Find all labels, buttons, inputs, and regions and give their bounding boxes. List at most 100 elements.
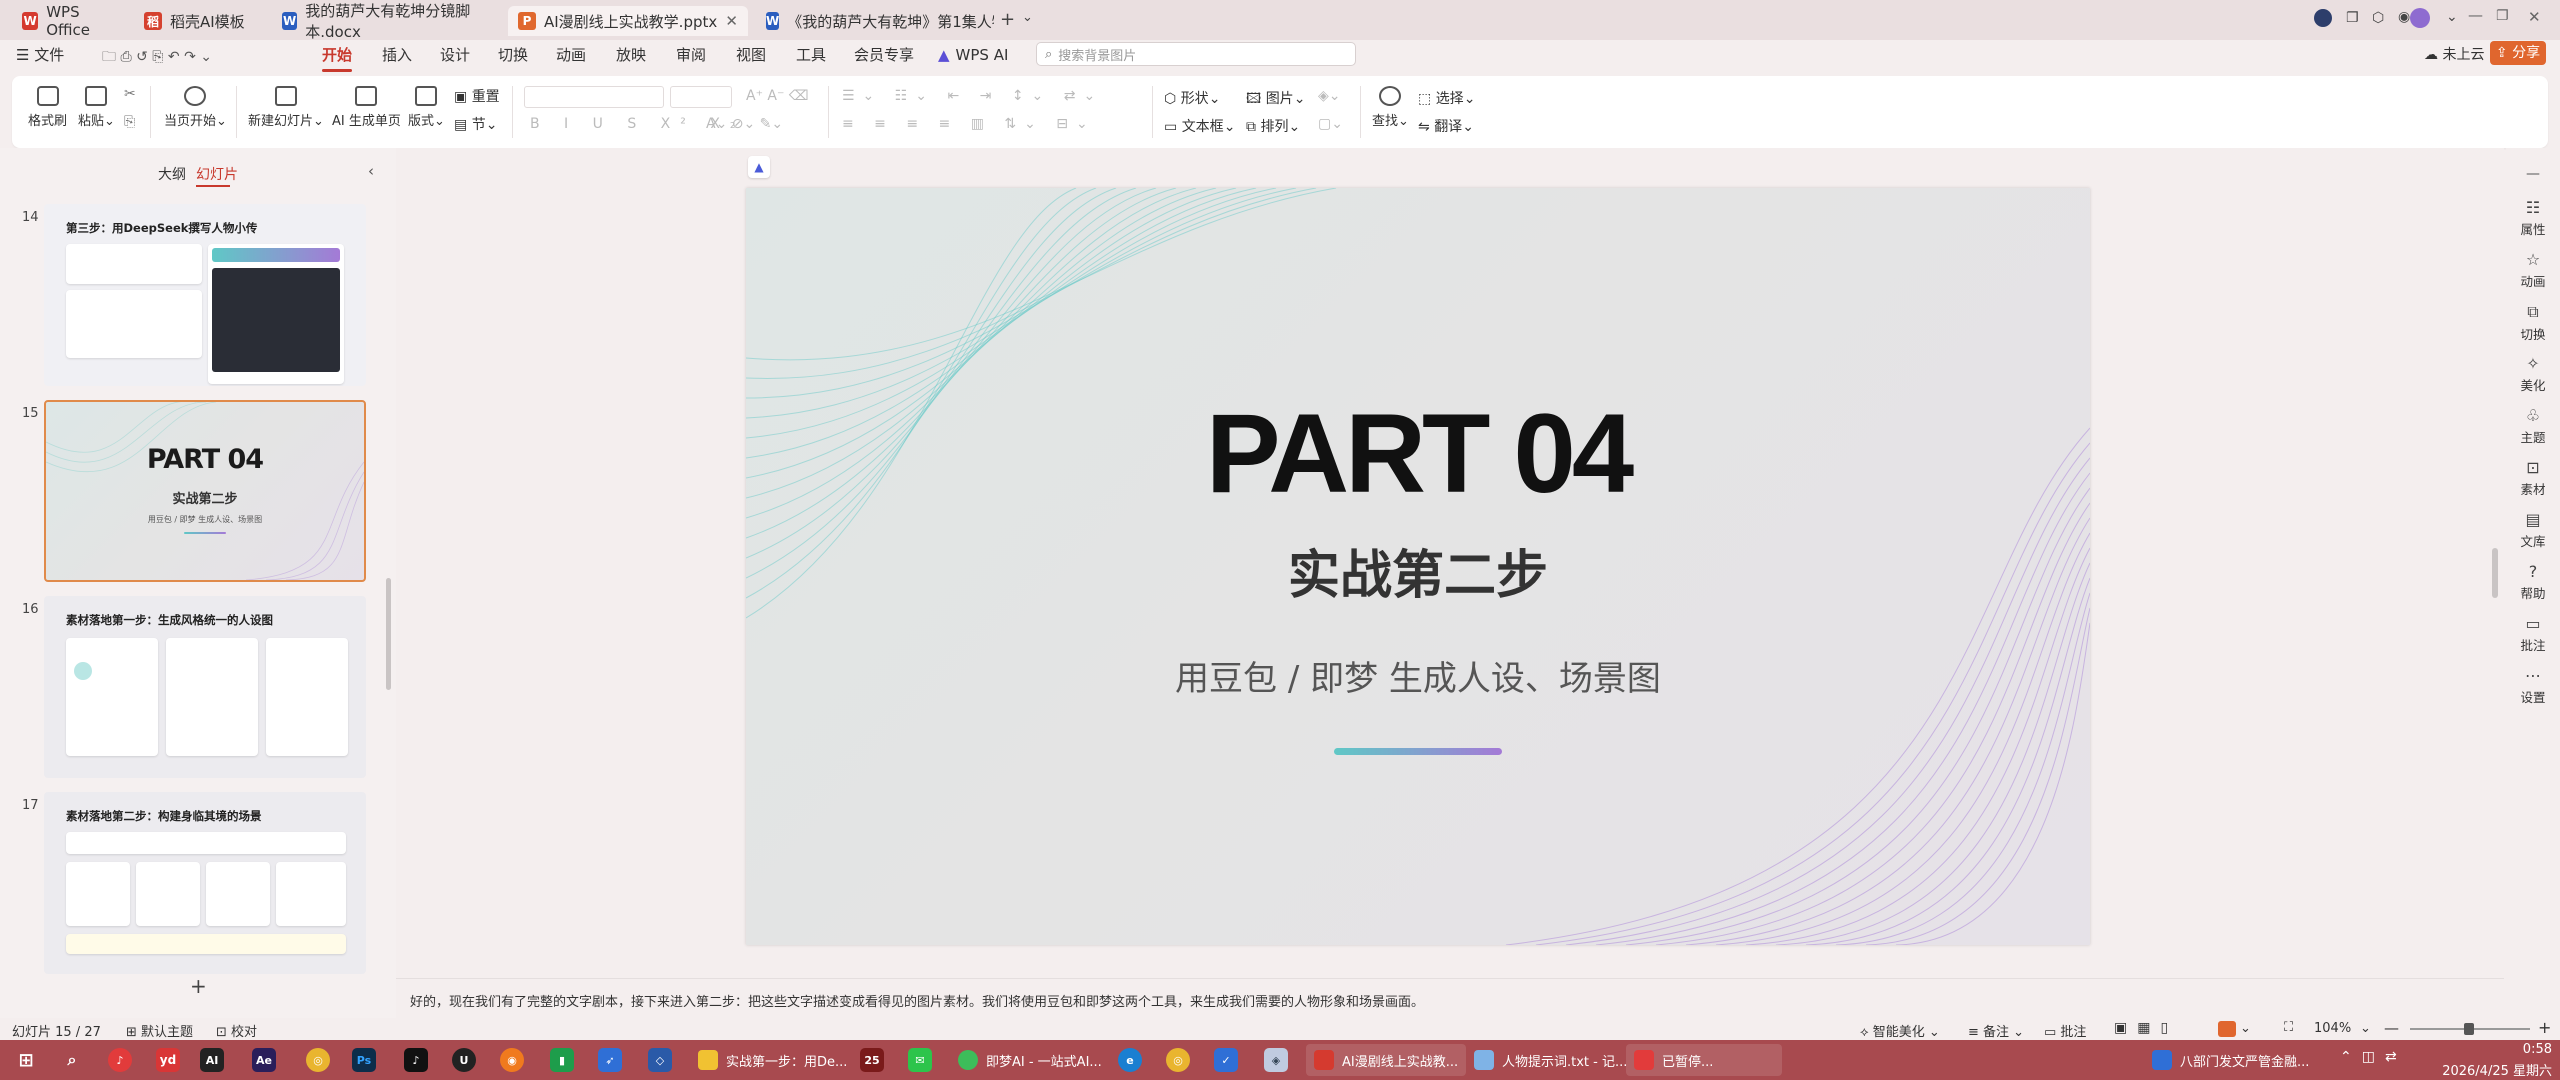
select-button[interactable]: ⬚ 选择⌄	[1418, 88, 1475, 108]
menu-wps-ai[interactable]: ▲ WPS AI	[938, 44, 1008, 66]
proofread-status[interactable]: ⊡ 校对	[216, 1021, 257, 1040]
system-tray-icons[interactable]: ⌃◫⇄	[2340, 1049, 2407, 1065]
add-slide-icon[interactable]: +	[190, 974, 207, 998]
tab-outline[interactable]: 大纲	[158, 164, 186, 184]
shape-button[interactable]: ⬡ 形状⌄	[1164, 88, 1220, 108]
menu-start[interactable]: 开始	[322, 44, 353, 72]
collapse-icon[interactable]: ‹	[368, 162, 374, 180]
font-family-select[interactable]	[524, 86, 664, 108]
minimize-icon[interactable]: —	[2468, 6, 2483, 24]
play-slideshow-icon[interactable]	[2218, 1021, 2236, 1037]
chrome-icon[interactable]: ◎	[306, 1048, 330, 1072]
taskbar-app-jimeng[interactable]: 即梦AI - 一站式AI...	[950, 1044, 1110, 1076]
speaker-notes[interactable]: 好的，现在我们有了完整的文字剧本，接下来进入第二步：把这些文字描述变成看得见的图…	[396, 978, 2504, 1020]
copy-icon[interactable]: ⎘	[124, 114, 135, 130]
find-button[interactable]: 查找⌄	[1372, 86, 1409, 129]
theme-status[interactable]: ⊞ 默认主题	[126, 1021, 193, 1040]
tab-docx[interactable]: W 我的葫芦大有乾坤分镜脚本.docx	[272, 2, 502, 41]
canvas-scrollbar[interactable]	[2492, 548, 2498, 598]
menu-view[interactable]: 视图	[736, 44, 766, 66]
ai-assist-icon[interactable]: ▲	[748, 156, 770, 178]
smart-beautify-button[interactable]: ⟡ 智能美化 ⌄	[1860, 1021, 1940, 1040]
pane-beautify[interactable]: ✧ 美化	[2506, 354, 2560, 394]
zoom-slider[interactable]	[2410, 1023, 2530, 1035]
menu-review[interactable]: 审阅	[676, 44, 706, 66]
new-slide-button[interactable]: 新建幻灯片⌄	[248, 86, 324, 129]
menu-design[interactable]: 设计	[440, 44, 470, 66]
notes-toggle[interactable]: ≡ 备注 ⌄	[1968, 1021, 2024, 1040]
skin-icon[interactable]: ◉	[2398, 9, 2410, 25]
tab-docx-2[interactable]: W 《我的葫芦大有乾坤》第1集人物文...	[756, 6, 994, 36]
blender-icon[interactable]: ◉	[500, 1048, 524, 1072]
minimize-pane-icon[interactable]: —	[2526, 166, 2540, 182]
scrollbar[interactable]	[386, 578, 391, 690]
pane-settings[interactable]: ⋯ 设置	[2506, 666, 2560, 706]
share-button[interactable]: ⇪ 分享	[2490, 41, 2546, 65]
green-app-icon[interactable]: ▮	[550, 1048, 574, 1072]
pane-properties[interactable]: ☷ 属性	[2506, 198, 2560, 238]
taskbar-app-notepad[interactable]: 人物提示词.txt - 记...	[1466, 1044, 1635, 1076]
taskbar-app-wps[interactable]: AI漫剧线上实战教...	[1306, 1044, 1467, 1076]
pane-animation[interactable]: ☆ 动画	[2506, 250, 2560, 290]
arrange-button[interactable]: ⧉ 排列⌄	[1246, 116, 1300, 136]
after-effects-icon[interactable]: Ae	[252, 1048, 276, 1072]
pane-assets[interactable]: ⊡ 素材	[2506, 458, 2560, 498]
ai-single-page-button[interactable]: AI 生成单页	[332, 86, 401, 129]
network-app-icon[interactable]: ◈	[1264, 1048, 1288, 1072]
ai-app-icon[interactable]: AI	[200, 1048, 224, 1072]
wechat-icon[interactable]: ✉	[908, 1048, 932, 1072]
search-icon[interactable]: ⌕	[60, 1048, 84, 1072]
feishu-icon[interactable]: ✓	[1214, 1048, 1238, 1072]
tab-pptx[interactable]: P AI漫剧线上实战教学.pptx ✕	[508, 6, 748, 36]
search-box[interactable]: ⌕ 搜索背景图片	[1036, 42, 1356, 66]
reset-button[interactable]: ▣ 重置	[454, 86, 500, 106]
calendar-icon[interactable]: 25	[860, 1048, 884, 1072]
quick-access-icons[interactable]: 🗀 ⎙ ↺ ⎘ ↶ ↷ ⌄	[102, 46, 212, 70]
fill-icon[interactable]: ◈⌄	[1318, 88, 1341, 104]
menu-animation[interactable]: 动画	[556, 44, 586, 66]
feather-app-icon[interactable]: ➶	[598, 1048, 622, 1072]
slide-thumb-15[interactable]: PART 04 实战第二步 用豆包 / 即梦 生成人设、场景图	[44, 400, 366, 582]
slide-thumb-17[interactable]: 素材落地第二步：构建身临其境的场景	[44, 792, 366, 974]
layout-button[interactable]: 版式⌄	[408, 86, 445, 129]
clock-time[interactable]: 0:58	[2448, 1042, 2552, 1057]
font-size-select[interactable]	[670, 86, 732, 108]
font-color-icons[interactable]: A⌄ ⊘⌄ ✎⌄	[706, 116, 783, 132]
chevron-down-icon[interactable]: ⌄	[2446, 9, 2458, 25]
tiktok-icon[interactable]: ♪	[404, 1048, 428, 1072]
current-slide[interactable]: PART 04 实战第二步 用豆包 / 即梦 生成人设、场景图	[746, 188, 2090, 945]
new-tab-icon[interactable]: +	[1000, 9, 1015, 30]
tab-slides[interactable]: 幻灯片	[196, 164, 238, 184]
slide-thumb-16[interactable]: 素材落地第一步：生成风格统一的人设图	[44, 596, 366, 778]
section-button[interactable]: ▤ 节⌄	[454, 114, 497, 134]
pane-help[interactable]: ? 帮助	[2506, 562, 2560, 602]
menu-tools[interactable]: 工具	[796, 44, 826, 66]
close-icon[interactable]: ✕	[725, 12, 738, 30]
netease-music-icon[interactable]: ♪	[108, 1048, 132, 1072]
textbox-button[interactable]: ▭ 文本框⌄	[1164, 116, 1235, 136]
cut-icon[interactable]: ✂	[124, 86, 136, 102]
cloud-status[interactable]: ☁ 未上云	[2424, 44, 2484, 64]
chevron-down-icon[interactable]: ⌄	[2360, 1021, 2371, 1036]
zoom-in-icon[interactable]: +	[2538, 1018, 2551, 1037]
chrome-icon[interactable]: ◎	[1166, 1048, 1190, 1072]
close-window-icon[interactable]: ✕	[2528, 8, 2541, 26]
zoom-slider-thumb[interactable]	[2464, 1023, 2474, 1035]
youdao-icon[interactable]: yd	[156, 1048, 180, 1072]
windows-start-icon[interactable]: ⊞	[14, 1048, 38, 1072]
slide-thumb-14[interactable]: 第三步：用DeepSeek撰写人物小传	[44, 204, 366, 386]
edge-icon[interactable]: e	[1118, 1048, 1142, 1072]
clock-date[interactable]: 2026/4/25 星期六	[2424, 1060, 2552, 1079]
taskbar-app-paused[interactable]: 已暂停...	[1626, 1044, 1782, 1076]
avatar[interactable]	[2410, 8, 2430, 28]
outline-icon[interactable]: ▢⌄	[1318, 116, 1343, 132]
window-list-icon[interactable]: ❐	[2346, 10, 2359, 26]
chevron-down-icon[interactable]: ⌄	[2240, 1021, 2251, 1036]
paste-button[interactable]: 粘贴⌄	[78, 86, 115, 129]
pane-comments[interactable]: ▭ 批注	[2506, 614, 2560, 654]
pane-theme[interactable]: ♧ 主题	[2506, 406, 2560, 446]
zoom-out-icon[interactable]: —	[2384, 1019, 2399, 1037]
tab-docer-ai[interactable]: 稻 稻壳AI模板	[134, 6, 266, 36]
font-size-controls[interactable]: A⁺ A⁻ ⌫	[746, 88, 809, 104]
unreal-icon[interactable]: U	[452, 1048, 476, 1072]
